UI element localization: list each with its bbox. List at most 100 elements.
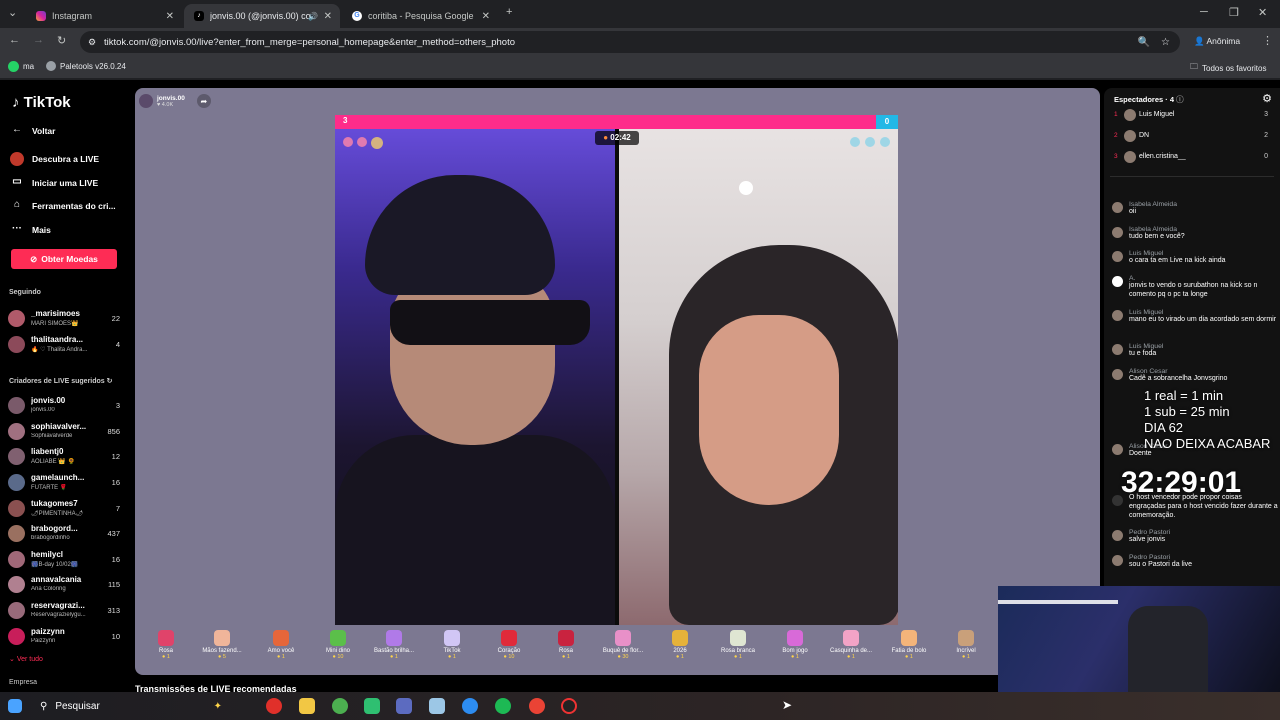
following-item[interactable]: thalitaandra... 🔥 ♡ Thalita Andra... 4 bbox=[8, 334, 122, 356]
suggested-item[interactable]: tukagomes7 🌶PIMENTINHA🌶 7 bbox=[8, 498, 122, 520]
live-video[interactable]: 3 0 ● 02:42 bbox=[335, 115, 898, 625]
all-bookmarks[interactable]: 🗀 Todos os favoritos bbox=[1190, 61, 1266, 75]
bookmark-paletools[interactable]: Paletools v26.0.24 bbox=[46, 61, 126, 71]
tab-instagram[interactable]: Instagram ✕ bbox=[26, 4, 182, 28]
gift-item[interactable]: Fatia de bolo ● 1 bbox=[884, 630, 934, 660]
suggested-item[interactable]: annavalcania Ana Coloring 115 bbox=[8, 574, 122, 596]
globe-icon bbox=[46, 61, 56, 71]
bookmark-star-icon[interactable]: ☆ bbox=[1161, 37, 1170, 48]
back-link[interactable]: ← Voltar bbox=[10, 124, 55, 138]
avatar bbox=[1112, 202, 1123, 213]
see-all-link[interactable]: ⌄ Ver tudo bbox=[9, 655, 43, 663]
obs-icon[interactable] bbox=[561, 698, 577, 714]
gift-item[interactable]: TikTok ● 1 bbox=[427, 630, 477, 660]
menu-icon[interactable]: ⋮ bbox=[1262, 34, 1273, 47]
2026-icon bbox=[672, 630, 688, 646]
close-icon[interactable]: ✕ bbox=[166, 11, 174, 22]
tiktok-logo[interactable]: ♪ TikTok bbox=[12, 94, 71, 111]
tab-google[interactable]: G coritiba - Pesquisa Google ✕ bbox=[342, 4, 498, 28]
zoom-icon[interactable]: 🔍 bbox=[1138, 37, 1150, 48]
edge-icon[interactable] bbox=[462, 698, 478, 714]
settings-icon[interactable]: ⚙ bbox=[1262, 92, 1272, 105]
supporter-avatar[interactable] bbox=[865, 137, 875, 147]
suggested-item[interactable]: jonvis.00 jonvis.00 3 bbox=[8, 395, 122, 417]
chat-message: Alison Cesar Cadê a sobrancelha Jonvsgrin… bbox=[1112, 368, 1280, 384]
gift-item[interactable]: Buquê de flor... ● 30 bbox=[598, 630, 648, 660]
tab-tiktok[interactable]: ♪ jonvis.00 (@jonvis.00) com 🔊 ✕ bbox=[184, 4, 340, 28]
suggested-item[interactable]: reservagrazi... Reservagrazielygu... 313 bbox=[8, 600, 122, 622]
gift-item[interactable]: Bom jogo ● 1 bbox=[770, 630, 820, 660]
gift-item[interactable]: Amo você ● 1 bbox=[256, 630, 306, 660]
tab-search-icon[interactable]: ⌄ bbox=[8, 6, 17, 19]
supporter-avatar[interactable] bbox=[343, 137, 353, 147]
host-info[interactable]: jonvis.00 ♥ 4.0K ➦ bbox=[139, 92, 211, 110]
gift-item[interactable]: Mini dino ● 10 bbox=[313, 630, 363, 660]
viewer-row[interactable]: 2 DN 2 bbox=[1112, 129, 1272, 145]
refresh-icon[interactable]: ↻ bbox=[107, 378, 113, 385]
coin-icon: ⊘ bbox=[30, 253, 38, 264]
suggested-item[interactable]: hemilycl 🎆B-day 10/02🎆 16 bbox=[8, 549, 122, 571]
share-icon[interactable]: ➦ bbox=[196, 94, 211, 108]
avatar bbox=[1124, 109, 1136, 121]
speaker-icon[interactable]: 🔊 bbox=[308, 12, 318, 21]
window-close-icon[interactable]: ✕ bbox=[1258, 6, 1267, 19]
taskbar-search[interactable]: ⚲ Pesquisar ✦ bbox=[32, 695, 222, 717]
gift-item[interactable]: Rosa ● 1 bbox=[141, 630, 191, 660]
file-explorer-icon[interactable] bbox=[299, 698, 315, 714]
close-icon[interactable]: ✕ bbox=[482, 11, 490, 22]
gift-item[interactable]: Coração ● 10 bbox=[484, 630, 534, 660]
avatar bbox=[1112, 444, 1123, 455]
gift-item[interactable]: Bastão brilha... ● 1 bbox=[369, 630, 419, 660]
back-icon[interactable]: ← bbox=[9, 34, 20, 46]
address-bar[interactable]: ⚙ tiktok.com/@jonvis.00/live?enter_from_… bbox=[80, 31, 1180, 53]
chair bbox=[1128, 606, 1208, 692]
nav-more[interactable]: ··· Mais bbox=[10, 223, 51, 237]
windows-start-icon[interactable] bbox=[8, 699, 22, 713]
bookmark-whatsapp[interactable]: ma bbox=[8, 61, 34, 72]
supporter-avatar[interactable] bbox=[880, 137, 890, 147]
incognito-badge[interactable]: 👤 Anônima bbox=[1194, 36, 1240, 47]
company-link[interactable]: Empresa bbox=[9, 679, 37, 686]
following-item[interactable]: _marisimoes MARI SIMÕES👑 22 bbox=[8, 308, 122, 330]
suggested-item[interactable]: sophiavalver... Sophiavalverde 856 bbox=[8, 421, 122, 443]
incognito-icon: 👤 bbox=[1194, 36, 1205, 46]
supporter-avatar[interactable] bbox=[357, 137, 367, 147]
spotify-icon[interactable] bbox=[495, 698, 511, 714]
sparkle-icon: ✦ bbox=[213, 700, 222, 712]
supporter-avatar[interactable] bbox=[850, 137, 860, 147]
gift-item[interactable]: 2026 ● 1 bbox=[655, 630, 705, 660]
gift-item[interactable]: Incrível ● 1 bbox=[941, 630, 991, 660]
chrome-icon[interactable] bbox=[332, 698, 348, 714]
nav-start-live[interactable]: ▭ Iniciar uma LIVE bbox=[10, 176, 98, 190]
nav-creator-tools[interactable]: ⌂ Ferramentas do cri... bbox=[10, 199, 116, 213]
app-icon[interactable] bbox=[429, 698, 445, 714]
suggested-item[interactable]: liabentj0 AOLIABE 👑 🌻 12 bbox=[8, 446, 122, 468]
chrome-icon[interactable] bbox=[529, 698, 545, 714]
chat-message: Isabela Almeida tudo bem e você? bbox=[1112, 226, 1280, 242]
nav-discover-live[interactable]: Descubra a LIVE bbox=[10, 152, 99, 166]
app-icon[interactable] bbox=[266, 698, 282, 714]
close-icon[interactable]: ✕ bbox=[324, 11, 332, 22]
reload-icon[interactable]: ↻ bbox=[57, 34, 66, 47]
minimize-icon[interactable]: ─ bbox=[1200, 6, 1208, 18]
gift-item[interactable]: Mãos fazend... ● 5 bbox=[197, 630, 247, 660]
suggested-item[interactable]: brabogord... brabogordinho 437 bbox=[8, 523, 122, 545]
tiktok-icon: ♪ bbox=[12, 94, 20, 111]
forward-icon[interactable]: → bbox=[33, 34, 44, 46]
suggested-item[interactable]: gamelaunch... FUTARTE 🌹 16 bbox=[8, 472, 122, 494]
gift-item[interactable]: Casquinha de... ● 1 bbox=[826, 630, 876, 660]
supporter-avatar[interactable] bbox=[371, 137, 383, 149]
gift-item[interactable]: Rosa branca ● 1 bbox=[713, 630, 763, 660]
chat-message: Luis Miguel tu e foda bbox=[1112, 343, 1280, 359]
store-icon[interactable] bbox=[396, 698, 412, 714]
suggested-item[interactable]: paizzynn Paizzynn 10 bbox=[8, 626, 122, 648]
new-tab-icon[interactable]: + bbox=[506, 6, 512, 18]
app-icon[interactable] bbox=[364, 698, 380, 714]
rose-icon bbox=[558, 630, 574, 646]
gift-item[interactable]: Rosa ● 1 bbox=[541, 630, 591, 660]
site-info-icon[interactable]: ⚙ bbox=[88, 37, 96, 48]
viewer-row[interactable]: 1 Luis Miguel 3 bbox=[1112, 108, 1272, 124]
restore-icon[interactable]: ❐ bbox=[1229, 6, 1239, 19]
get-coins-button[interactable]: ⊘ Obter Moedas bbox=[11, 249, 117, 269]
viewer-row[interactable]: 3 ellen.cristina__ 0 bbox=[1112, 150, 1272, 166]
